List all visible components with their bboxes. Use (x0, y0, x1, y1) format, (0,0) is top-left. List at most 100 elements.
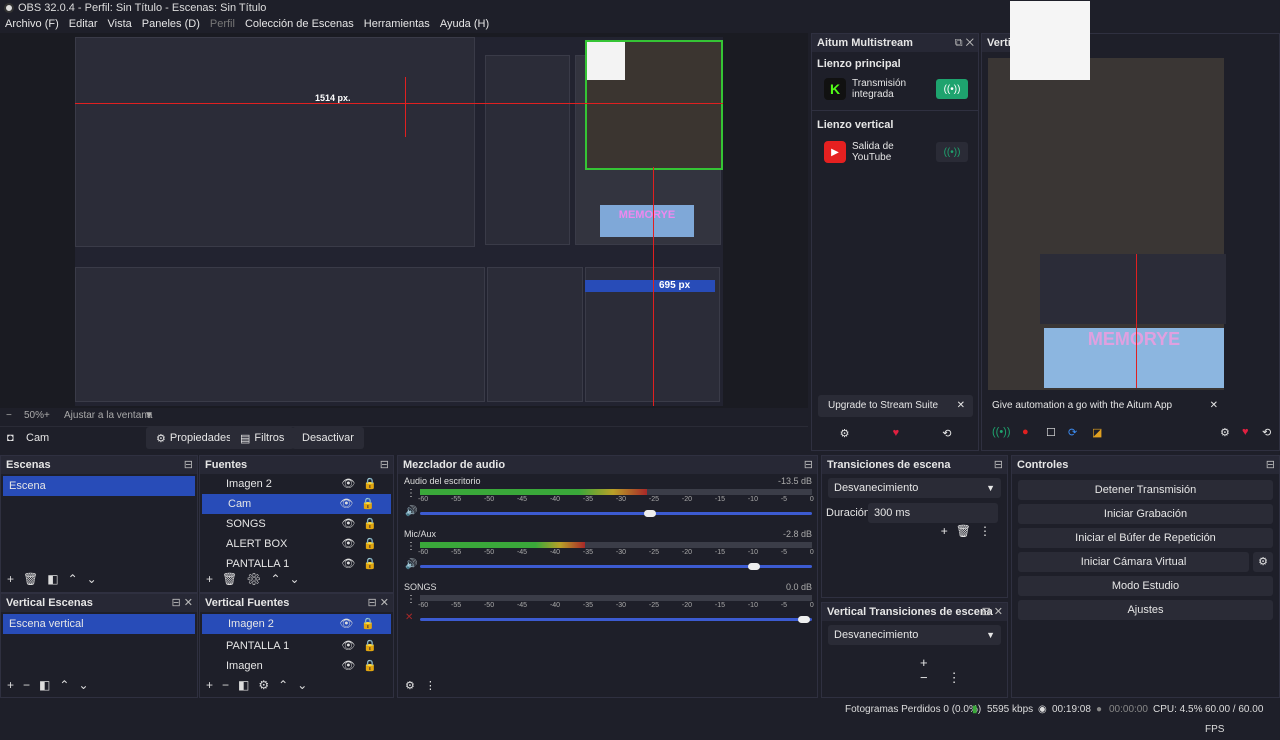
move-up-icon[interactable]: ⌃ (68, 572, 87, 586)
vsource-up-icon[interactable]: ⌃ (278, 678, 297, 692)
automation-close-icon[interactable]: ✕ (1210, 396, 1218, 416)
source-item[interactable]: SONGS 👁🔒 (200, 514, 393, 534)
vsource-down-icon[interactable]: ⌄ (297, 678, 316, 692)
source-item[interactable]: Imagen 2 👁🔒 (200, 474, 393, 494)
duration-input[interactable]: 300 ms (868, 503, 998, 523)
vsource-item[interactable]: PANTALLA 1 👁🔒 (200, 636, 393, 656)
vtransition-remove-icon[interactable]: − (920, 670, 948, 685)
menu-help[interactable]: Ayuda (H) (435, 16, 494, 33)
visibility-lock-icons[interactable]: 👁🔒 (339, 614, 383, 634)
vertical-heart-icon[interactable]: ♥ (1242, 426, 1249, 438)
add-icon[interactable]: + (7, 572, 23, 586)
transitions-dock-menu-icon[interactable]: ⊟ (994, 456, 1003, 474)
trash-icon[interactable]: 🗑 (23, 572, 47, 586)
source-item-selected[interactable]: Cam 👁🔒 (202, 494, 391, 514)
sources-dock-menu-icon[interactable]: ⊟ (380, 456, 389, 474)
vscene-down-icon[interactable]: ⌄ (78, 678, 97, 692)
volume-slider[interactable] (420, 618, 812, 621)
zoom-in-button[interactable]: + (44, 408, 50, 424)
mixer-settings-icon[interactable]: ⚙ (405, 680, 425, 692)
vscene-up-icon[interactable]: ⌃ (59, 678, 78, 692)
vertical-preview[interactable]: MEMORYE (988, 58, 1226, 390)
vtransition-select[interactable]: Desvanecimiento ▼ (828, 625, 1001, 645)
vsources-controls[interactable]: ⊟ ✕ (368, 594, 390, 612)
virtual-camera-settings-icon[interactable]: ⚙ (1253, 552, 1273, 572)
visibility-lock-icons[interactable]: 👁🔒 (341, 636, 385, 656)
vscene-filter-icon[interactable]: ◧ (39, 678, 59, 692)
filters-button[interactable]: ▤ Filtros (230, 427, 295, 449)
vsource-filter-icon[interactable]: ◧ (238, 678, 258, 692)
dock-controls[interactable]: ⧉ ✕ (955, 34, 974, 52)
vscene-item[interactable]: Escena vertical (3, 614, 195, 634)
preview-canvas[interactable]: MEMORYE 695 px 1514 px. (75, 37, 723, 406)
channel-menu-icon[interactable]: ⋮ (406, 594, 416, 605)
vtransitions-controls[interactable]: ⊟ ✕ (982, 603, 1004, 621)
source-up-icon[interactable]: ⌃ (270, 572, 289, 586)
source-item[interactable]: PANTALLA 1 👁🔒 (200, 554, 393, 574)
visibility-lock-icons[interactable]: 👁🔒 (339, 494, 383, 514)
heart-icon[interactable]: ♥ (893, 427, 900, 447)
vscenes-controls[interactable]: ⊟ ✕ (172, 594, 194, 612)
properties-button[interactable]: ⚙ Propiedades (146, 427, 242, 449)
youtube-toggle-icon[interactable]: ((•)) (936, 142, 968, 162)
controls-dock-menu-icon[interactable]: ⊟ (1266, 456, 1275, 474)
volume-slider-handle[interactable] (798, 616, 811, 623)
zoom-mode[interactable]: Ajustar a la ventana (64, 408, 152, 424)
visibility-lock-icons[interactable]: 👁🔒 (341, 554, 385, 574)
source-item[interactable]: ALERT BOX 👁🔒 (200, 534, 393, 554)
vsource-item-selected[interactable]: Imagen 2 👁🔒 (202, 614, 391, 634)
record-icon[interactable]: ● (1022, 426, 1029, 438)
transition-menu-icon[interactable]: ⋮ (979, 524, 999, 538)
transition-add-icon[interactable]: + (941, 524, 956, 538)
settings-gear-icon[interactable]: ⚙ (840, 427, 850, 447)
zoom-mode-dropdown-icon[interactable]: ▼ (144, 408, 154, 424)
start-replay-buffer-button[interactable]: Iniciar el Búfer de Repetición (1018, 528, 1273, 548)
zoom-level[interactable]: 50% (24, 408, 44, 424)
vsource-remove-icon[interactable]: − (222, 678, 238, 692)
vscene-add-icon[interactable]: + (7, 678, 23, 692)
source-settings-icon[interactable]: ⚙ (246, 572, 270, 586)
start-virtual-camera-button[interactable]: Iniciar Cámara Virtual (1018, 552, 1249, 572)
replay-icon[interactable]: ⟳ (1068, 426, 1077, 439)
visibility-lock-icons[interactable]: 👁🔒 (341, 656, 385, 676)
muted-speaker-icon[interactable]: ✕ (405, 612, 413, 623)
channel-menu-icon[interactable]: ⋮ (406, 488, 416, 499)
menu-tools[interactable]: Herramientas (359, 16, 435, 33)
live-toggle-icon[interactable]: ((•)) (936, 79, 968, 99)
speaker-icon[interactable]: 🔊 (405, 506, 417, 517)
studio-mode-button[interactable]: Modo Estudio (1018, 576, 1273, 596)
upgrade-close-icon[interactable]: ✕ (957, 395, 965, 417)
add-source-icon[interactable]: + (206, 572, 222, 586)
menu-scene-collection[interactable]: Colección de Escenas (240, 16, 359, 33)
vtransition-menu-icon[interactable]: ⋮ (948, 670, 981, 685)
move-down-icon[interactable]: ⌄ (87, 572, 106, 586)
vsource-item[interactable]: Imagen 👁🔒 (200, 656, 393, 676)
filter-scene-icon[interactable]: ◧ (47, 572, 67, 586)
trash-source-icon[interactable]: 🗑 (222, 572, 246, 586)
disable-button[interactable]: Desactivar (292, 427, 364, 449)
start-recording-button[interactable]: Iniciar Grabación (1018, 504, 1273, 524)
refresh-icon[interactable]: ⟲ (942, 427, 951, 447)
vsource-settings-icon[interactable]: ⚙ (258, 678, 278, 692)
upgrade-button[interactable]: Upgrade to Stream Suite ✕ (818, 395, 973, 417)
vertical-settings-icon[interactable]: ⚙ (1220, 426, 1230, 439)
mixer-dock-menu-icon[interactable]: ⊟ (804, 456, 813, 474)
virtualcam-icon[interactable]: ☐ (1046, 426, 1056, 439)
scene-item[interactable]: Escena (3, 476, 195, 496)
menu-edit[interactable]: Editar (64, 16, 103, 33)
stream-icon[interactable]: ((•)) (992, 426, 1011, 438)
channel-menu-icon[interactable]: ⋮ (406, 541, 416, 552)
mixer-menu-icon[interactable]: ⋮ (425, 680, 446, 692)
vscene-remove-icon[interactable]: − (23, 678, 39, 692)
speaker-icon[interactable]: 🔊 (405, 559, 417, 570)
vsource-add-icon[interactable]: + (206, 678, 222, 692)
vertical-refresh-icon[interactable]: ⟲ (1262, 426, 1271, 439)
transition-select[interactable]: Desvanecimiento ▼ (828, 478, 1001, 498)
menu-view[interactable]: Vista (103, 16, 137, 33)
settings-button[interactable]: Ajustes (1018, 600, 1273, 620)
volume-slider[interactable] (420, 512, 812, 515)
scenes-dock-menu-icon[interactable]: ⊟ (184, 456, 193, 474)
backtrack-icon[interactable]: ◪ (1092, 426, 1102, 439)
visibility-lock-icons[interactable]: 👁🔒 (341, 534, 385, 554)
menu-file[interactable]: Archivo (F) (0, 16, 64, 33)
